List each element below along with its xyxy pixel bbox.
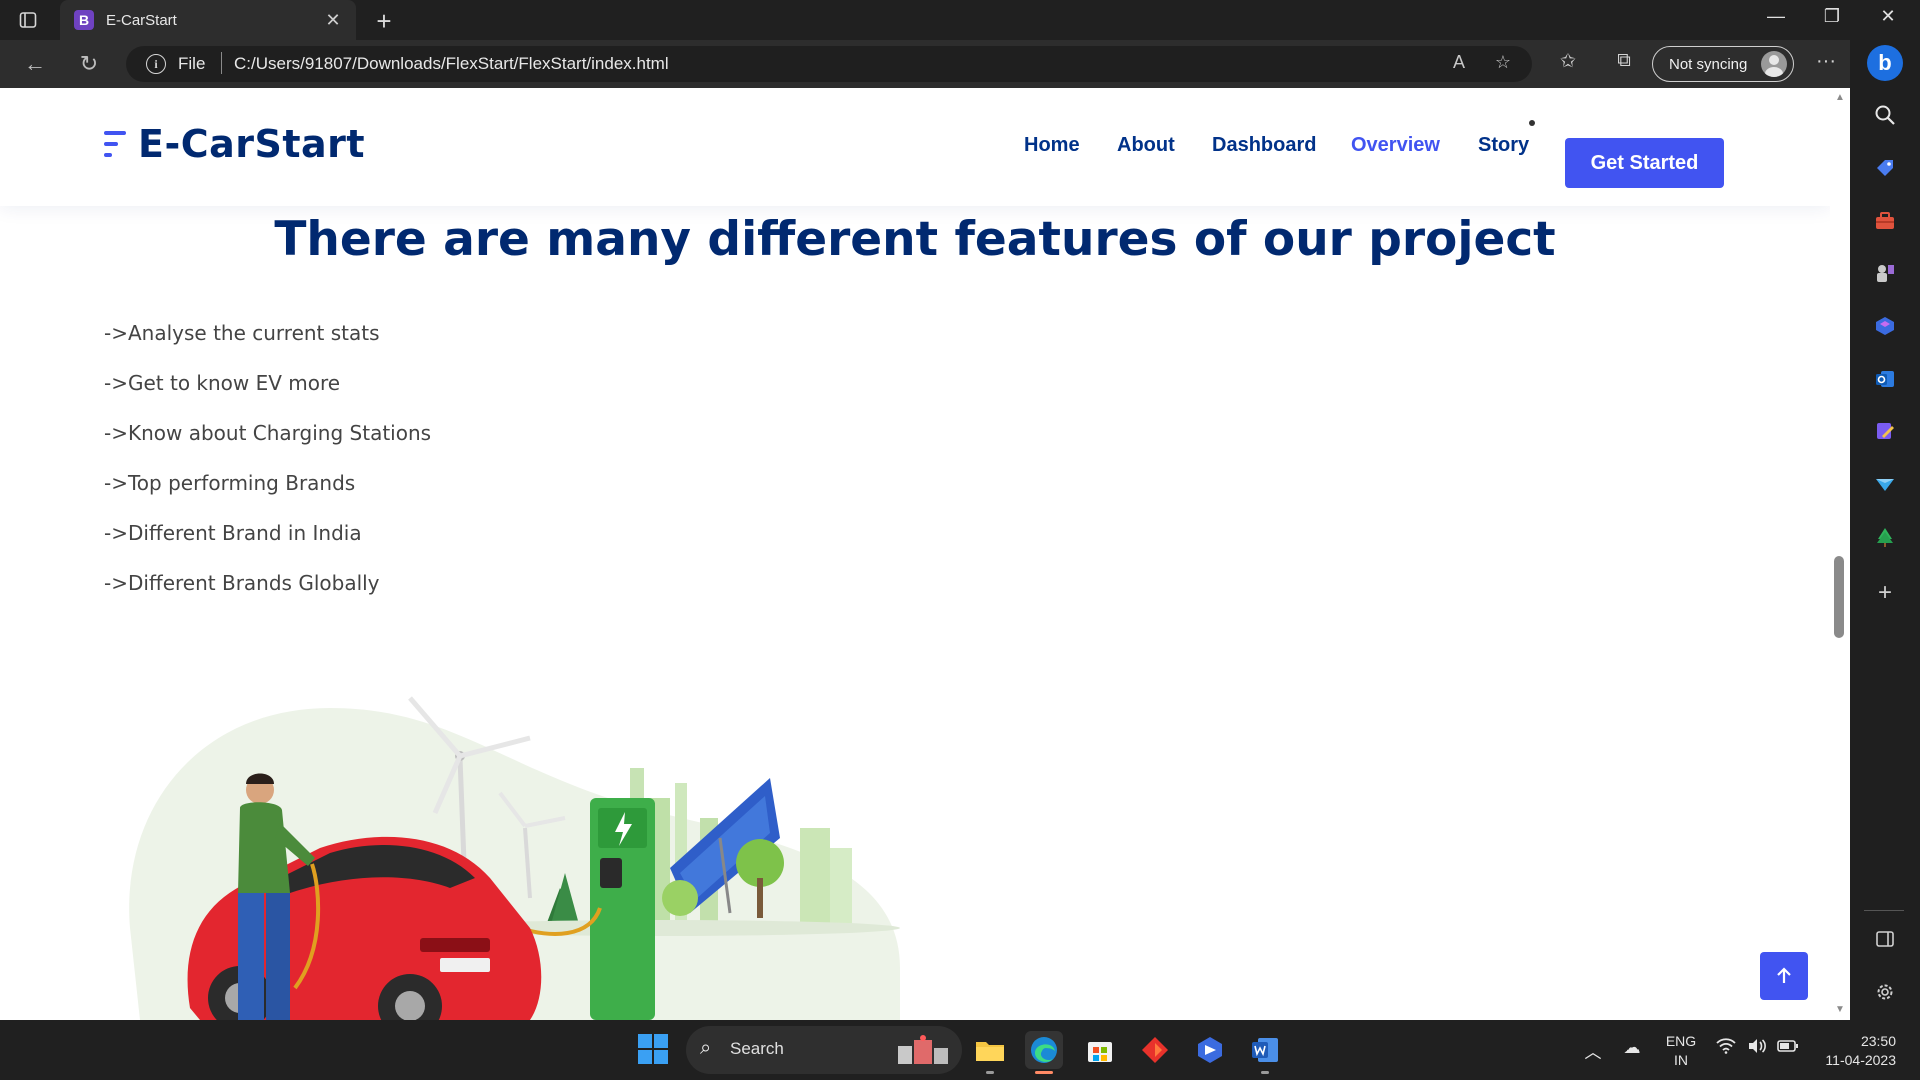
close-window-button[interactable]: ✕ [1868,6,1908,27]
new-tab-button[interactable]: + [370,6,398,37]
language-code: ENG [1665,1033,1697,1049]
address-bar[interactable]: i File C:/Users/91807/Downloads/FlexStar… [126,46,1532,82]
microsoft-store-icon[interactable] [1081,1031,1119,1069]
edge-active-indicator [1035,1071,1053,1074]
file-explorer-indicator [986,1071,994,1074]
chevron-up-icon[interactable]: ︿ [1581,1038,1605,1063]
arrow-up-icon [1777,967,1791,983]
read-aloud-icon[interactable]: A [1446,52,1472,73]
git-app-icon[interactable] [1136,1031,1174,1069]
scrollbar-thumb[interactable] [1834,556,1844,638]
copilot-icon[interactable] [1870,311,1900,341]
word-indicator [1261,1071,1269,1074]
tools-icon[interactable] [1870,206,1900,236]
profile-button[interactable]: Not syncing [1652,46,1794,82]
power-automate-icon[interactable] [1191,1031,1229,1069]
add-icon[interactable]: + [1870,578,1900,608]
language-indicator[interactable]: ENG IN [1665,1032,1697,1070]
region-code: IN [1674,1052,1688,1068]
word-icon[interactable] [1246,1031,1284,1069]
scroll-down-icon[interactable]: ▼ [1833,1004,1847,1015]
browser-titlebar: B E-CarStart ✕ + — ❐ ✕ [0,0,1920,40]
clock-time: 23:50 [1860,1033,1896,1049]
logo-text: E-CarStart [138,122,366,166]
refresh-icon[interactable]: ↻ [74,50,104,78]
restore-button[interactable]: ❐ [1812,6,1852,27]
nav-overview[interactable]: Overview [1351,134,1440,157]
page-viewport: E-CarStart Home About Dashboard Overview… [0,88,1850,1020]
search-icon[interactable] [1870,100,1900,130]
settings-gear-icon[interactable] [1870,977,1900,1007]
feature-list: ->Analyse the current stats ->Get to kno… [104,320,431,620]
bootstrap-favicon-icon: B [74,10,94,30]
edge-browser-icon[interactable] [1025,1031,1063,1069]
sync-status-label: Not syncing [1669,55,1748,73]
feature-item: ->Get to know EV more [104,371,341,395]
minimize-button[interactable]: — [1756,6,1796,27]
feature-item: ->Different Brands Globally [104,571,380,595]
scroll-up-icon[interactable]: ▲ [1833,92,1847,103]
url-scheme-label: File [178,54,206,73]
site-logo[interactable]: E-CarStart [104,122,365,166]
logo-bars-icon [104,128,126,160]
collections-icon[interactable]: ⧉ [1610,50,1638,72]
windows-start-icon[interactable] [638,1034,668,1064]
avatar [1761,51,1787,77]
nav-dashboard[interactable]: Dashboard [1212,134,1316,157]
bing-chat-button[interactable]: b [1867,45,1903,81]
telegram-icon[interactable] [1870,469,1900,499]
shopping-tag-icon[interactable] [1870,153,1900,183]
wifi-icon[interactable] [1714,1038,1738,1059]
nav-dot [1529,120,1535,126]
search-icon: ⌕ [700,1037,712,1059]
sidebar-toggle-icon[interactable] [1870,924,1900,954]
tab-title: E-CarStart [106,11,177,29]
section-title: There are many different features of our… [274,212,1556,267]
site-info-icon[interactable]: i [146,54,166,74]
tree-icon[interactable] [1870,522,1900,552]
page-scrollbar[interactable] [1830,88,1850,1020]
games-icon[interactable] [1870,258,1900,288]
feature-item: ->Top performing Brands [104,471,356,495]
nav-story[interactable]: Story [1478,134,1529,157]
clock-date: 11-04-2023 [1825,1052,1896,1068]
taskbar-clock[interactable]: 23:50 11-04-2023 [1812,1032,1896,1070]
sidebar-divider [1864,910,1904,911]
url-input[interactable]: C:/Users/91807/Downloads/FlexStart/FlexS… [234,54,669,74]
feature-item: ->Know about Charging Stations [104,421,432,445]
battery-icon[interactable] [1776,1038,1800,1058]
tab-actions-icon[interactable] [16,8,40,32]
browser-tab[interactable]: B E-CarStart ✕ [60,0,356,40]
nav-home[interactable]: Home [1024,134,1080,157]
nav-about[interactable]: About [1117,134,1175,157]
feature-item: ->Analyse the current stats [104,321,380,345]
url-separator [221,52,222,74]
feature-item: ->Different Brand in India [104,521,362,545]
back-icon[interactable]: ← [20,50,50,78]
search-highlight-icon [898,1035,948,1064]
taskbar-search-label: Search [730,1039,784,1058]
site-header: E-CarStart Home About Dashboard Overview… [0,88,1830,206]
back-to-top-button[interactable] [1760,952,1808,1000]
favorites-icon[interactable]: ✩ [1554,50,1582,73]
more-options-icon[interactable]: ··· [1812,50,1840,73]
add-favorite-icon[interactable]: ☆ [1490,52,1516,73]
designer-icon[interactable] [1870,416,1900,446]
file-explorer-icon[interactable] [971,1031,1009,1069]
get-started-button[interactable]: Get Started [1565,138,1724,188]
outlook-icon[interactable] [1870,364,1900,394]
taskbar-search[interactable]: ⌕ Search [686,1026,962,1074]
volume-icon[interactable] [1745,1038,1769,1059]
onedrive-offline-icon[interactable]: ☁ [1620,1038,1644,1058]
ev-charging-illustration [129,696,901,1020]
close-tab-icon[interactable]: ✕ [324,10,342,31]
